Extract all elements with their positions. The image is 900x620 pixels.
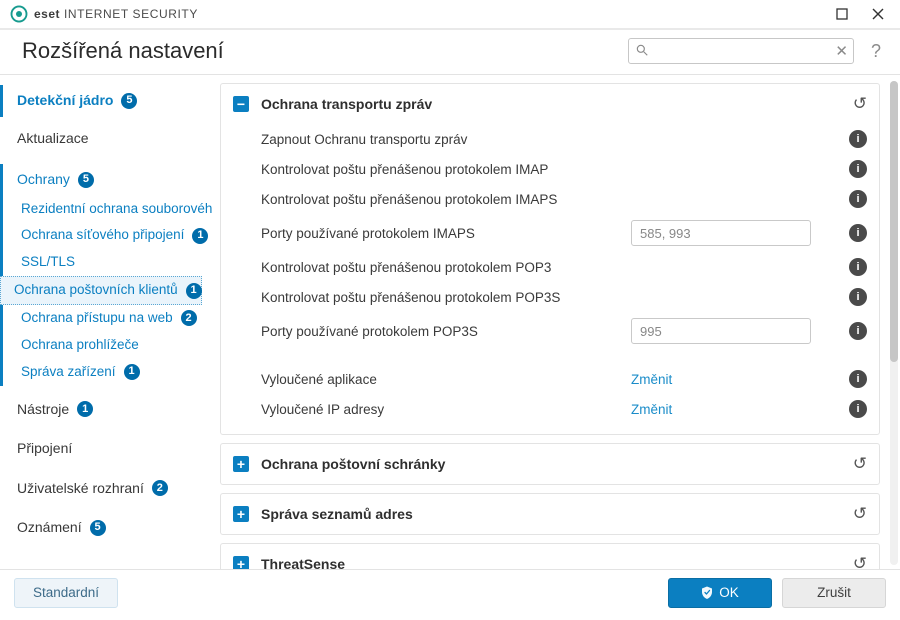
setting-imaps: Kontrolovat poštu přenášenou protokolem … <box>261 184 867 214</box>
search-field-wrap: ✕ <box>628 38 854 64</box>
info-icon[interactable]: i <box>849 400 867 418</box>
setting-label: Vyloučené IP adresy <box>261 402 631 417</box>
default-button[interactable]: Standardní <box>14 578 118 608</box>
footer: Standardní OK Zrušit <box>0 569 900 615</box>
sidebar-item-updates[interactable]: Aktualizace <box>0 123 206 155</box>
collapse-icon: − <box>233 96 249 112</box>
expand-icon: + <box>233 506 249 522</box>
info-icon[interactable]: i <box>849 370 867 388</box>
titlebar: eset INTERNET SECURITY <box>0 0 900 30</box>
badge: 1 <box>192 228 208 244</box>
ok-button[interactable]: OK <box>668 578 772 608</box>
panel-threatsense: + ThreatSense ↺ <box>220 543 880 569</box>
sidebar-item-device-control[interactable]: Správa zařízení 1 <box>0 359 206 386</box>
sidebar-item-tools[interactable]: Nástroje 1 <box>0 394 206 426</box>
setting-enable-transport: Zapnout Ochranu transportu zpráv i <box>261 124 867 154</box>
panel-address-lists: + Správa seznamů adres ↺ <box>220 493 880 535</box>
setting-label: Porty používané protokolem POP3S <box>261 324 631 339</box>
revert-icon[interactable]: ↺ <box>853 454 867 474</box>
panel-title: ThreatSense <box>261 556 345 569</box>
sidebar-item-email-clients[interactable]: Ochrana poštovních klientů 1 <box>0 276 202 305</box>
search-input[interactable] <box>628 38 854 64</box>
info-icon[interactable]: i <box>849 322 867 340</box>
setting-label: Kontrolovat poštu přenášenou protokolem … <box>261 260 631 275</box>
brand-logo-icon <box>10 5 28 23</box>
sidebar-item-connection[interactable]: Připojení <box>0 433 206 465</box>
setting-label: Kontrolovat poštu přenášenou protokolem … <box>261 290 631 305</box>
setting-label: Porty používané protokolem IMAPS <box>261 226 631 241</box>
sidebar-item-ui[interactable]: Uživatelské rozhraní 2 <box>0 473 206 505</box>
sidebar-item-protections[interactable]: Ochrany 5 <box>0 164 206 196</box>
help-button[interactable]: ? <box>866 41 886 62</box>
window-close-button[interactable] <box>860 0 896 28</box>
panel-header-mailbox[interactable]: + Ochrana poštovní schránky ↺ <box>221 444 879 484</box>
input-imaps-ports[interactable] <box>631 220 811 246</box>
setting-label: Kontrolovat poštu přenášenou protokolem … <box>261 192 631 207</box>
badge: 5 <box>121 93 137 109</box>
brand-name: eset INTERNET SECURITY <box>34 7 198 21</box>
badge: 1 <box>77 401 93 417</box>
panel-header-threatsense[interactable]: + ThreatSense ↺ <box>221 544 879 569</box>
panel-header-transport[interactable]: − Ochrana transportu zpráv ↺ <box>221 84 879 124</box>
setting-label: Vyloučené aplikace <box>261 372 631 387</box>
revert-icon[interactable]: ↺ <box>853 504 867 524</box>
expand-icon: + <box>233 456 249 472</box>
info-icon[interactable]: i <box>849 190 867 208</box>
sidebar-item-browser-protection[interactable]: Ochrana prohlížeče <box>0 332 206 359</box>
badge: 2 <box>181 310 197 326</box>
brand: eset INTERNET SECURITY <box>10 5 198 23</box>
setting-label: Kontrolovat poštu přenášenou protokolem … <box>261 162 631 177</box>
badge: 5 <box>78 172 94 188</box>
panel-title: Ochrana transportu zpráv <box>261 96 432 112</box>
badge: 5 <box>90 520 106 536</box>
cancel-button[interactable]: Zrušit <box>782 578 886 608</box>
scrollbar[interactable] <box>890 81 898 565</box>
setting-pop3: Kontrolovat poštu přenášenou protokolem … <box>261 252 867 282</box>
edit-excluded-apps-link[interactable]: Změnit <box>631 372 672 387</box>
setting-excluded-ips: Vyloučené IP adresy Změnit i <box>261 394 867 424</box>
panel-header-address-lists[interactable]: + Správa seznamů adres ↺ <box>221 494 879 534</box>
header: Rozšířená nastavení ✕ ? <box>0 30 900 75</box>
revert-icon[interactable]: ↺ <box>853 94 867 114</box>
setting-label: Zapnout Ochranu transportu zpráv <box>261 132 631 147</box>
clear-search-icon[interactable]: ✕ <box>835 42 848 60</box>
sidebar-item-network-protection[interactable]: Ochrana síťového připojení 1 <box>0 222 206 249</box>
badge: 1 <box>186 283 202 299</box>
panel-title: Správa seznamů adres <box>261 506 413 522</box>
setting-excluded-apps: Vyloučené aplikace Změnit i <box>261 364 867 394</box>
setting-imaps-ports: Porty používané protokolem IMAPS i <box>261 214 867 252</box>
info-icon[interactable]: i <box>849 258 867 276</box>
edit-excluded-ips-link[interactable]: Změnit <box>631 402 672 417</box>
sidebar-item-ssl-tls[interactable]: SSL/TLS <box>0 249 206 276</box>
search-icon <box>635 43 649 60</box>
content: − Ochrana transportu zpráv ↺ Zapnout Och… <box>212 75 900 569</box>
info-icon[interactable]: i <box>849 224 867 242</box>
badge: 1 <box>124 364 140 380</box>
window-maximize-button[interactable] <box>824 0 860 28</box>
ok-label: OK <box>719 585 739 600</box>
info-icon[interactable]: i <box>849 130 867 148</box>
setting-pop3s-ports: Porty používané protokolem POP3S i <box>261 312 867 350</box>
sidebar-item-realtime-fs[interactable]: Rezidentní ochrana souborového systému <box>0 196 206 223</box>
expand-icon: + <box>233 556 249 569</box>
shield-icon <box>701 586 713 599</box>
setting-pop3s: Kontrolovat poštu přenášenou protokolem … <box>261 282 867 312</box>
sidebar-item-web-access[interactable]: Ochrana přístupu na web 2 <box>0 305 206 332</box>
sidebar-item-notifications[interactable]: Oznámení 5 <box>0 512 206 544</box>
sidebar-item-detection-core[interactable]: Detekční jádro 5 <box>0 85 206 117</box>
panel-title: Ochrana poštovní schránky <box>261 456 445 472</box>
panel-mailbox-protection: + Ochrana poštovní schránky ↺ <box>220 443 880 485</box>
badge: 2 <box>152 480 168 496</box>
input-pop3s-ports[interactable] <box>631 318 811 344</box>
sidebar: Detekční jádro 5 Aktualizace Ochrany 5 R… <box>0 75 212 569</box>
revert-icon[interactable]: ↺ <box>853 554 867 569</box>
info-icon[interactable]: i <box>849 288 867 306</box>
scrollbar-thumb[interactable] <box>890 81 898 362</box>
panel-transport-protection: − Ochrana transportu zpráv ↺ Zapnout Och… <box>220 83 880 435</box>
setting-imap: Kontrolovat poštu přenášenou protokolem … <box>261 154 867 184</box>
page-title: Rozšířená nastavení <box>22 38 224 64</box>
info-icon[interactable]: i <box>849 160 867 178</box>
